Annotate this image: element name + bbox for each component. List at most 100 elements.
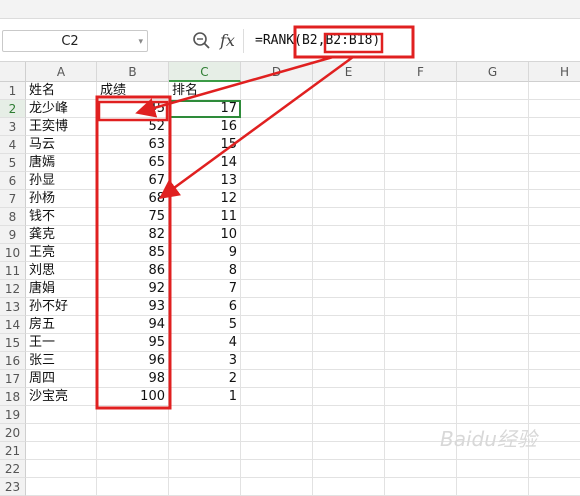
rank-cell[interactable]: 16 (169, 118, 241, 136)
grid-cell[interactable] (457, 262, 529, 280)
grid-cell[interactable] (457, 298, 529, 316)
score-cell[interactable]: 85 (97, 244, 169, 262)
grid-cell[interactable] (241, 226, 313, 244)
name-cell[interactable]: 王奕博 (26, 118, 97, 136)
grid-cell[interactable] (529, 190, 580, 208)
grid-cell[interactable] (313, 190, 385, 208)
grid-cell[interactable] (241, 136, 313, 154)
grid-cell[interactable] (241, 460, 313, 478)
score-cell[interactable]: 94 (97, 316, 169, 334)
grid-cell[interactable] (529, 388, 580, 406)
grid-cell[interactable] (313, 388, 385, 406)
grid-cell[interactable] (313, 208, 385, 226)
grid-cell[interactable] (457, 190, 529, 208)
name-cell[interactable]: 王亮 (26, 244, 97, 262)
name-cell[interactable]: 王一 (26, 334, 97, 352)
grid-cell[interactable] (241, 100, 313, 118)
rank-cell[interactable]: 5 (169, 316, 241, 334)
column-header-b[interactable]: B (97, 62, 169, 82)
grid-cell[interactable] (385, 136, 457, 154)
grid-cell[interactable] (457, 478, 529, 496)
row-header[interactable]: 16 (0, 352, 26, 370)
grid-cell[interactable] (97, 406, 169, 424)
grid-cell[interactable] (457, 352, 529, 370)
grid-cell[interactable] (385, 172, 457, 190)
name-cell[interactable]: 张三 (26, 352, 97, 370)
score-cell[interactable]: 52 (97, 118, 169, 136)
rank-cell[interactable]: 1 (169, 388, 241, 406)
column-header-a[interactable]: A (26, 62, 97, 82)
grid-cell[interactable] (26, 406, 97, 424)
grid-cell[interactable] (313, 154, 385, 172)
rank-cell[interactable]: 4 (169, 334, 241, 352)
grid-cell[interactable] (385, 388, 457, 406)
grid-cell[interactable] (313, 172, 385, 190)
rank-cell[interactable]: 9 (169, 244, 241, 262)
grid-cell[interactable] (385, 208, 457, 226)
grid-cell[interactable] (313, 280, 385, 298)
grid-cell[interactable] (241, 370, 313, 388)
grid-cell[interactable] (457, 136, 529, 154)
row-header[interactable]: 14 (0, 316, 26, 334)
grid-cell[interactable] (26, 442, 97, 460)
score-cell[interactable]: 93 (97, 298, 169, 316)
fx-icon[interactable]: fx (220, 31, 235, 50)
grid-cell[interactable] (385, 298, 457, 316)
row-header[interactable]: 17 (0, 370, 26, 388)
grid-cell[interactable] (457, 406, 529, 424)
grid-cell[interactable] (313, 298, 385, 316)
grid-cell[interactable] (529, 262, 580, 280)
grid-cell[interactable] (529, 82, 580, 100)
grid-cell[interactable] (385, 118, 457, 136)
score-cell[interactable]: 65 (97, 154, 169, 172)
grid-cell[interactable] (385, 316, 457, 334)
grid-cell[interactable] (457, 424, 529, 442)
grid-cell[interactable] (457, 208, 529, 226)
grid-cell[interactable] (385, 478, 457, 496)
grid-cell[interactable] (241, 334, 313, 352)
name-cell[interactable]: 孙显 (26, 172, 97, 190)
grid-cell[interactable] (529, 316, 580, 334)
score-cell[interactable]: 100 (97, 388, 169, 406)
grid-cell[interactable] (385, 460, 457, 478)
grid-cell[interactable] (313, 334, 385, 352)
column-header-g[interactable]: G (457, 62, 529, 82)
row-header[interactable]: 10 (0, 244, 26, 262)
score-cell[interactable]: 63 (97, 136, 169, 154)
grid-cell[interactable] (457, 226, 529, 244)
name-box[interactable]: C2 ▾ (2, 30, 148, 52)
grid-cell[interactable] (457, 388, 529, 406)
grid-cell[interactable] (241, 478, 313, 496)
grid-cell[interactable] (97, 460, 169, 478)
row-header[interactable]: 3 (0, 118, 26, 136)
row-header[interactable]: 7 (0, 190, 26, 208)
grid-cell[interactable] (457, 316, 529, 334)
grid-cell[interactable] (385, 100, 457, 118)
grid-cell[interactable] (529, 154, 580, 172)
grid-cell[interactable] (313, 262, 385, 280)
grid-cell[interactable] (385, 262, 457, 280)
grid-cell[interactable] (313, 82, 385, 100)
grid-cell[interactable] (457, 154, 529, 172)
row-header[interactable]: 6 (0, 172, 26, 190)
grid-cell[interactable] (313, 352, 385, 370)
grid-cell[interactable] (385, 226, 457, 244)
grid-cell[interactable] (97, 442, 169, 460)
grid-cell[interactable] (241, 172, 313, 190)
grid-cell[interactable] (529, 370, 580, 388)
grid-cell[interactable] (529, 406, 580, 424)
grid-cell[interactable] (169, 406, 241, 424)
grid-cell[interactable] (241, 406, 313, 424)
grid-cell[interactable] (313, 100, 385, 118)
grid-cell[interactable] (529, 100, 580, 118)
row-header[interactable]: 23 (0, 478, 26, 496)
name-cell[interactable]: 刘思 (26, 262, 97, 280)
grid-cell[interactable] (313, 244, 385, 262)
grid-cell[interactable] (313, 118, 385, 136)
rank-cell[interactable]: 3 (169, 352, 241, 370)
grid-cell[interactable] (241, 190, 313, 208)
row-header[interactable]: 19 (0, 406, 26, 424)
grid-cell[interactable] (529, 442, 580, 460)
row-header[interactable]: 5 (0, 154, 26, 172)
row-header[interactable]: 21 (0, 442, 26, 460)
